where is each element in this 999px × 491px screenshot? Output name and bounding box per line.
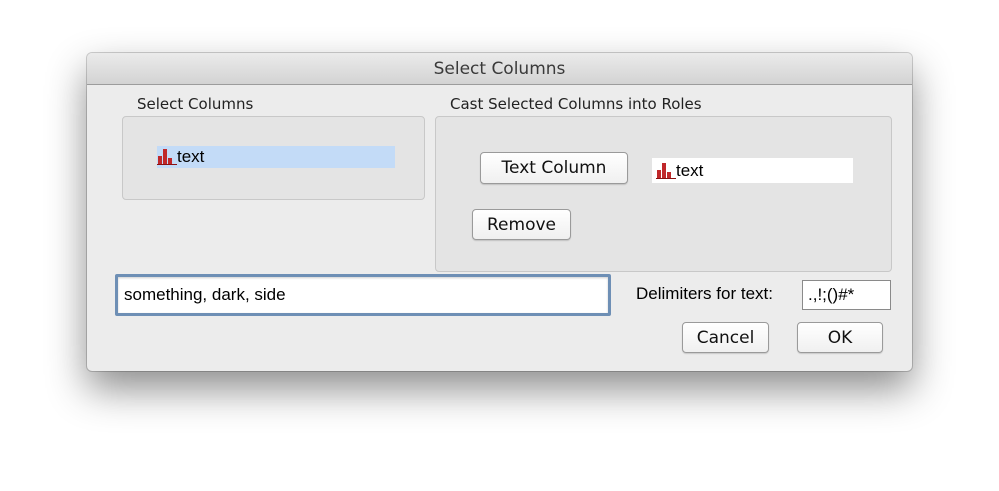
search-input[interactable] — [115, 274, 611, 316]
select-columns-list: text — [122, 116, 425, 200]
bar-chart-icon — [656, 162, 676, 179]
list-item[interactable]: text — [157, 146, 395, 168]
remove-button[interactable]: Remove — [472, 209, 571, 240]
delimiters-field[interactable] — [802, 280, 891, 310]
cast-roles-label: Cast Selected Columns into Roles — [450, 95, 702, 113]
delimiters-label: Delimiters for text: — [636, 284, 773, 303]
cast-roles-panel: Text Column text Remove — [435, 116, 892, 272]
dialog-title: Select Columns — [87, 53, 912, 85]
bar-chart-icon — [157, 148, 177, 165]
select-columns-dialog: Select Columns Select Columns text Cast … — [87, 53, 912, 371]
ok-button[interactable]: OK — [797, 322, 883, 353]
text-column-role-value: text — [676, 161, 704, 180]
cancel-button[interactable]: Cancel — [682, 322, 769, 353]
text-column-role-list[interactable]: text — [652, 158, 853, 183]
text-column-button[interactable]: Text Column — [480, 152, 628, 184]
list-item-label: text — [177, 147, 205, 166]
select-columns-label: Select Columns — [137, 95, 254, 113]
